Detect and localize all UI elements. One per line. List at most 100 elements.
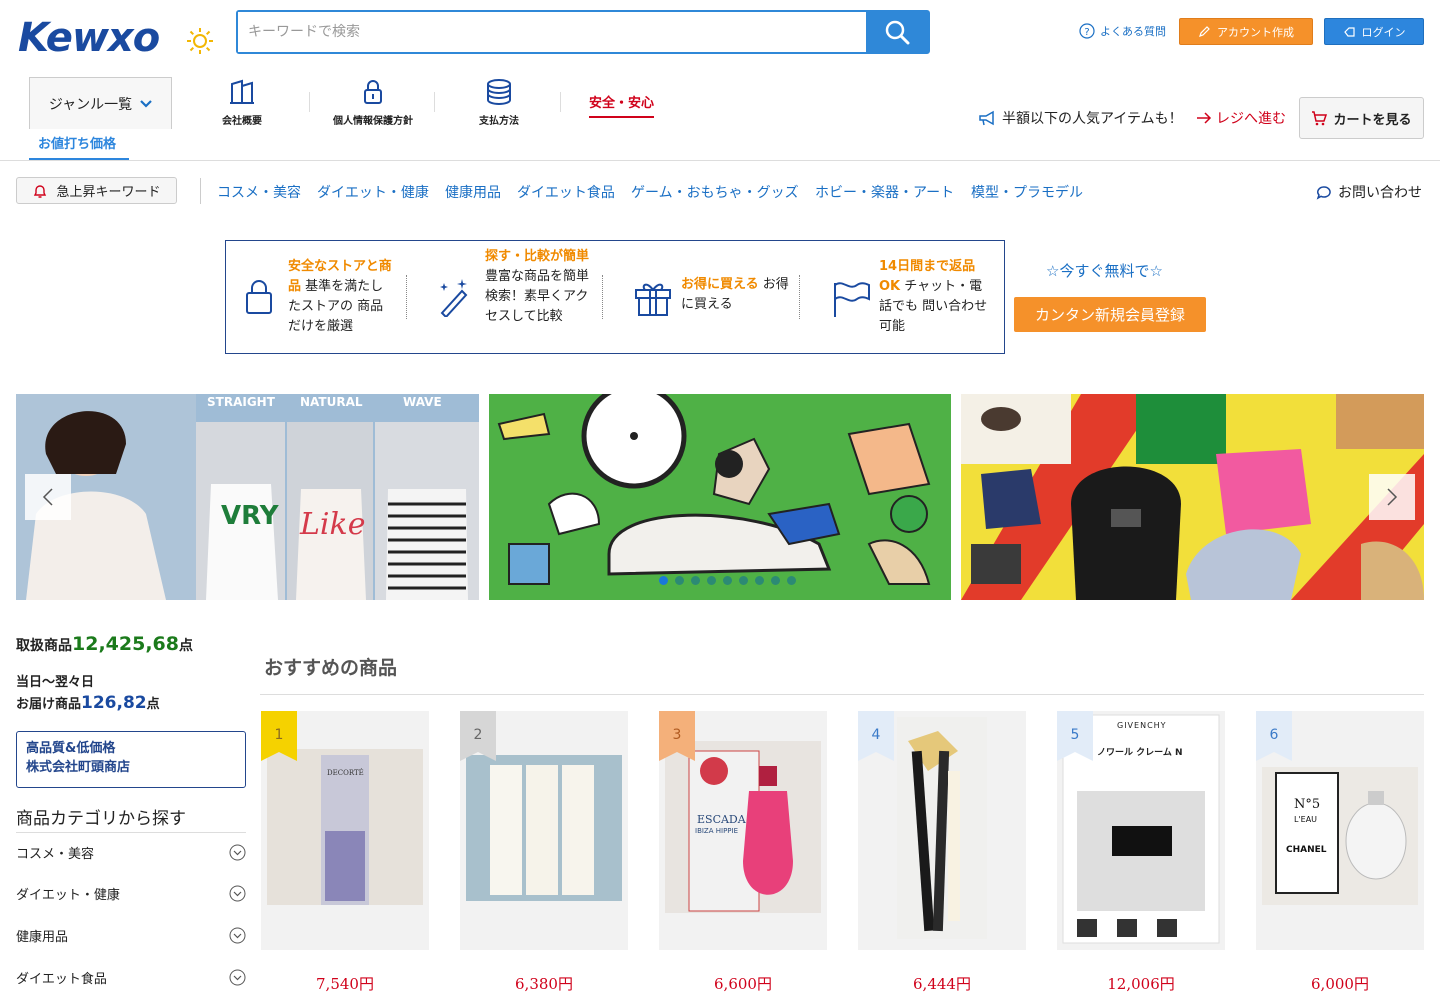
nav-privacy-label: 個人情報保護方針 — [333, 116, 413, 127]
promo-label: 半額以下の人気アイテムも！ — [1002, 111, 1183, 127]
signup-button[interactable]: カンタン新規会員登録 — [1014, 297, 1206, 332]
flag-icon — [831, 279, 871, 319]
bell-icon — [32, 183, 48, 199]
keyword-link[interactable]: ダイエット・健康 — [317, 182, 429, 202]
megaphone-icon — [978, 110, 996, 126]
product-card[interactable]: ESCADA IBIZA HIPPIE 3 — [659, 711, 827, 950]
category-label: ダイエット・健康 — [16, 888, 120, 903]
search-button[interactable] — [866, 12, 928, 52]
features-panel: 安全なストアと商品 基準を満たしたストアの 商品だけを厳選 探す・比較が簡単 豊… — [225, 240, 1005, 354]
header-divider — [0, 160, 1440, 161]
trending-keywords-button[interactable]: 急上昇キーワード — [16, 177, 177, 204]
product-card[interactable]: DECORTÉ 1 — [261, 711, 429, 950]
genre-dropdown[interactable]: ジャンル一覧 — [29, 77, 172, 129]
cart-label: カートを見る — [1333, 112, 1412, 128]
carousel-prev-button[interactable] — [25, 474, 71, 520]
svg-text:Like: Like — [299, 507, 365, 542]
chevron-down-circle-icon — [229, 844, 246, 861]
promo-text: 半額以下の人気アイテムも！ — [978, 108, 1183, 128]
product-price: 6,000円 — [1311, 975, 1369, 993]
product-brand-text: DECORTÉ — [327, 769, 364, 777]
login-label: ログイン — [1361, 25, 1406, 39]
checkout-link[interactable]: レジへ進む — [1196, 108, 1286, 128]
cart-button[interactable]: カートを見る — [1299, 97, 1424, 139]
keyword-link[interactable]: 健康用品 — [445, 182, 501, 202]
banner-label: WAVE — [403, 395, 442, 409]
nav-company-label: 会社概要 — [222, 116, 262, 127]
lock-icon — [359, 78, 387, 106]
banner-shoes[interactable] — [489, 394, 951, 600]
keyword-link[interactable]: ゲーム・おもちゃ・グッズ — [631, 182, 799, 202]
trending-keywords-label: 急上昇キーワード — [56, 185, 161, 200]
delivery-count-unit: 点 — [146, 697, 160, 712]
product-count-value: 12,425,68 — [72, 633, 179, 655]
product-card[interactable]: 2 — [460, 711, 628, 950]
pencil-icon — [1198, 25, 1211, 38]
product-brand-text: CHANEL — [1286, 845, 1327, 855]
keyword-link[interactable]: ホビー・楽器・アート — [815, 182, 954, 202]
cart-icon — [1311, 110, 1328, 126]
product-card[interactable]: GIVENCHY ノワール クレーム N 5 — [1057, 711, 1225, 950]
banner-label: NATURAL — [300, 395, 363, 409]
coins-icon — [485, 78, 513, 106]
create-account-label: アカウント作成 — [1217, 25, 1294, 39]
feature-highlight: お得に買える — [681, 277, 759, 292]
recommended-heading: おすすめの商品 — [264, 657, 398, 679]
carousel-dots — [659, 576, 796, 585]
svg-text:?: ? — [1084, 27, 1089, 38]
keyword-link[interactable]: コスメ・美容 — [217, 182, 301, 202]
contact-label: お問い合わせ — [1338, 185, 1422, 201]
carousel-dot[interactable] — [691, 576, 700, 585]
category-label: ダイエット食品 — [16, 972, 107, 987]
search-icon — [884, 19, 910, 45]
product-brand-text: IBIZA HIPPIE — [695, 827, 738, 835]
delivery-count: 当日〜翌々日 お届け商品126,82点 — [16, 673, 160, 715]
banner-bags[interactable] — [961, 394, 1424, 600]
carousel-dot[interactable] — [739, 576, 748, 585]
nav-privacy[interactable]: 個人情報保護方針 — [333, 78, 413, 127]
carousel-dot[interactable] — [707, 576, 716, 585]
carousel-dot[interactable] — [771, 576, 780, 585]
contact-link[interactable]: お問い合わせ — [1316, 182, 1422, 202]
carousel-dot[interactable] — [723, 576, 732, 585]
category-item[interactable]: ダイエット食品 — [16, 968, 246, 987]
nav-divider — [309, 92, 310, 112]
product-card[interactable]: N°5 L'EAU CHANEL 6 — [1256, 711, 1424, 950]
carousel-dot[interactable] — [787, 576, 796, 585]
nav-divider — [434, 92, 435, 112]
search-input[interactable] — [238, 12, 866, 52]
nav-safety[interactable]: 安全・安心 — [589, 92, 655, 118]
create-account-button[interactable]: アカウント作成 — [1179, 18, 1313, 45]
site-logo[interactable]: Kewxo — [18, 14, 160, 62]
login-button[interactable]: ログイン — [1324, 18, 1424, 45]
faq-link[interactable]: ? よくある質問 — [1079, 23, 1166, 39]
banner-fashion[interactable]: VRY Like STRAIGHT NATURAL WAVE — [16, 394, 479, 600]
free-now-text: ☆今すぐ無料で☆ — [1046, 262, 1163, 280]
carousel-dot[interactable] — [755, 576, 764, 585]
chevron-left-icon — [42, 487, 54, 507]
carousel-next-button[interactable] — [1369, 474, 1415, 520]
product-card[interactable]: 4 — [858, 711, 1026, 950]
shop-banner[interactable]: 高品質&低価格 株式会社町頭商店 — [16, 731, 246, 788]
category-item[interactable]: ダイエット・健康 — [16, 884, 246, 903]
keyword-link[interactable]: 模型・プラモデル — [971, 182, 1083, 202]
lock-icon — [244, 279, 274, 315]
chevron-down-circle-icon — [229, 885, 246, 902]
delivery-count-value: 126,82 — [81, 693, 147, 713]
category-heading: 商品カテゴリから探す — [16, 809, 186, 829]
nav-payment[interactable]: 支払方法 — [479, 78, 519, 127]
category-item[interactable]: コスメ・美容 — [16, 843, 246, 862]
delivery-period: 当日〜翌々日 — [16, 675, 95, 690]
chevron-down-icon — [140, 99, 152, 108]
category-item[interactable]: 健康用品 — [16, 926, 246, 945]
keyword-divider — [200, 178, 201, 204]
gift-icon — [633, 279, 673, 317]
checkout-label: レジへ進む — [1216, 111, 1286, 127]
product-brand-text: GIVENCHY — [1117, 721, 1167, 730]
carousel-dot[interactable] — [659, 576, 668, 585]
feature-highlight: 探す・比較が簡単 — [485, 249, 590, 264]
keyword-link[interactable]: ダイエット食品 — [517, 182, 615, 202]
tab-discount-price[interactable]: お値打ち価格 — [38, 133, 116, 152]
nav-company[interactable]: 会社概要 — [222, 78, 262, 127]
carousel-dot[interactable] — [675, 576, 684, 585]
